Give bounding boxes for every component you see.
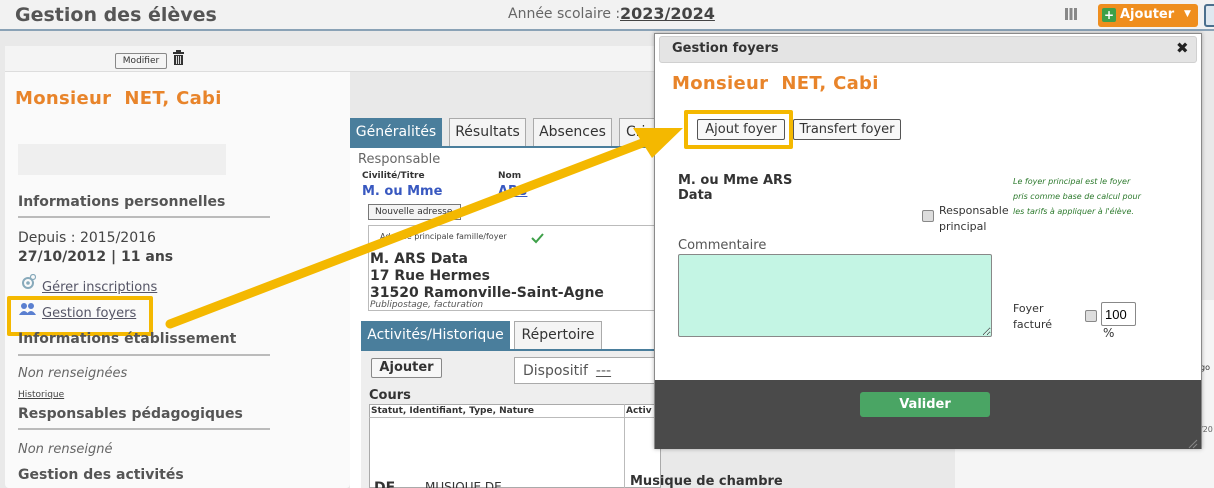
divider	[18, 216, 270, 218]
header-separator	[369, 417, 661, 418]
school-year-label: Année scolaire :	[508, 6, 621, 22]
pedagogical-managers-value: Non renseigné	[18, 442, 113, 457]
student-name: Monsieur NET, Cabi	[15, 88, 222, 109]
add-household-button[interactable]: Ajout foyer	[697, 119, 785, 140]
modify-toolbar	[5, 46, 655, 72]
student-photo-placeholder	[18, 144, 226, 175]
chevron-down-icon: ▼	[1184, 9, 1191, 19]
section-personal-info: Informations personnelles	[18, 194, 226, 210]
tab-absences[interactable]: Absences	[533, 118, 612, 147]
validate-button[interactable]: Valider	[860, 392, 990, 417]
divider	[18, 428, 270, 430]
address-usage-note: Publipostage, facturation	[370, 300, 484, 310]
table-header: Activ	[626, 406, 652, 416]
section-pedagogical-managers: Responsables pédagogiques	[18, 406, 243, 422]
since-year: Depuis : 2015/2016	[18, 230, 156, 246]
manage-inscriptions-link[interactable]: Gérer inscriptions	[42, 280, 157, 295]
tab-criteres[interactable]: Cri	[619, 118, 659, 147]
school-info-value: Non renseignées	[18, 366, 128, 381]
main-responsible-label: Responsable principal	[939, 203, 1011, 235]
add-button-label: Ajouter	[1120, 7, 1175, 22]
billed-household-label: Foyer facturé	[1013, 302, 1052, 331]
dispositif-label: Dispositif	[523, 363, 588, 379]
check-icon	[530, 231, 544, 245]
table-header: Statut, Identifiant, Type, Nature	[371, 406, 535, 416]
close-icon[interactable]: ✖	[1176, 39, 1189, 57]
address-line-1: M. ARS Data	[370, 251, 468, 267]
modify-button[interactable]: Modifier	[115, 53, 167, 69]
add-button[interactable]: + Ajouter ▼	[1098, 4, 1198, 27]
dialog-title: Gestion foyers	[672, 41, 779, 56]
billing-percent-input[interactable]	[1101, 302, 1136, 326]
dispositif-select[interactable]: Dispositif ---	[514, 357, 664, 384]
section-school-info: Informations établissement	[18, 331, 237, 347]
civility-value: M. ou Mme	[362, 184, 443, 199]
civility-header: Civilité/Titre	[362, 171, 425, 181]
address-line-2: 17 Rue Hermes	[370, 268, 491, 284]
household-name: M. ou Mme ARS Data	[678, 173, 793, 203]
page-title: Gestion des élèves	[15, 4, 217, 26]
add-activity-button[interactable]: Ajouter	[371, 358, 442, 378]
responsable-label: Responsable	[358, 152, 441, 167]
percent-sign: %	[1103, 326, 1115, 340]
name-header: Nom	[498, 171, 522, 181]
tab-resultats[interactable]: Résultats	[449, 118, 526, 147]
columns-icon[interactable]	[1064, 7, 1078, 21]
trash-icon[interactable]	[172, 50, 185, 65]
comment-label: Commentaire	[678, 238, 767, 253]
table-cell: Musique de chambre	[630, 474, 783, 488]
birth-date-age: 27/10/2012 | 11 ans	[18, 249, 174, 265]
main-responsible-checkbox[interactable]	[922, 210, 934, 222]
school-year-selector[interactable]: 2023/2024	[620, 4, 715, 23]
table-cell: DE	[374, 480, 396, 488]
main-address-label: Adresse principale famille/foyer	[380, 232, 507, 241]
gear-icon	[20, 273, 37, 290]
table-cell: MUSIQUE DE	[425, 480, 502, 488]
resize-handle-icon[interactable]	[1186, 437, 1198, 449]
main-responsible-text: Responsable principal	[939, 204, 1009, 233]
responsable-name-link[interactable]: ARS	[498, 184, 527, 199]
courses-label: Cours	[369, 388, 411, 403]
section-activities: Gestion des activités	[18, 467, 184, 483]
divider	[18, 354, 270, 356]
tab-repertoire[interactable]: Répertoire	[514, 321, 602, 350]
address-line-3: 31520 Ramonville-Saint-Agne	[370, 285, 604, 301]
tab-generalites[interactable]: Généralités	[350, 118, 442, 147]
comment-textarea[interactable]	[678, 254, 992, 337]
billed-household-checkbox[interactable]	[1085, 310, 1097, 322]
transfer-household-button[interactable]: Transfert foyer	[793, 119, 901, 140]
new-address-button[interactable]: Nouvelle adresse	[368, 204, 461, 220]
dispositif-value: ---	[595, 363, 612, 379]
highlight-box	[7, 296, 153, 336]
tab-activites-historique[interactable]: Activités/Historique	[361, 321, 510, 350]
filter-button[interactable]	[1204, 4, 1214, 27]
dialog-student-name: Monsieur NET, Cabi	[672, 73, 879, 94]
history-link[interactable]: Historique	[18, 390, 64, 400]
main-household-note: Le foyer principal est le foyer pris com…	[1013, 177, 1141, 216]
plus-icon: +	[1102, 8, 1116, 22]
